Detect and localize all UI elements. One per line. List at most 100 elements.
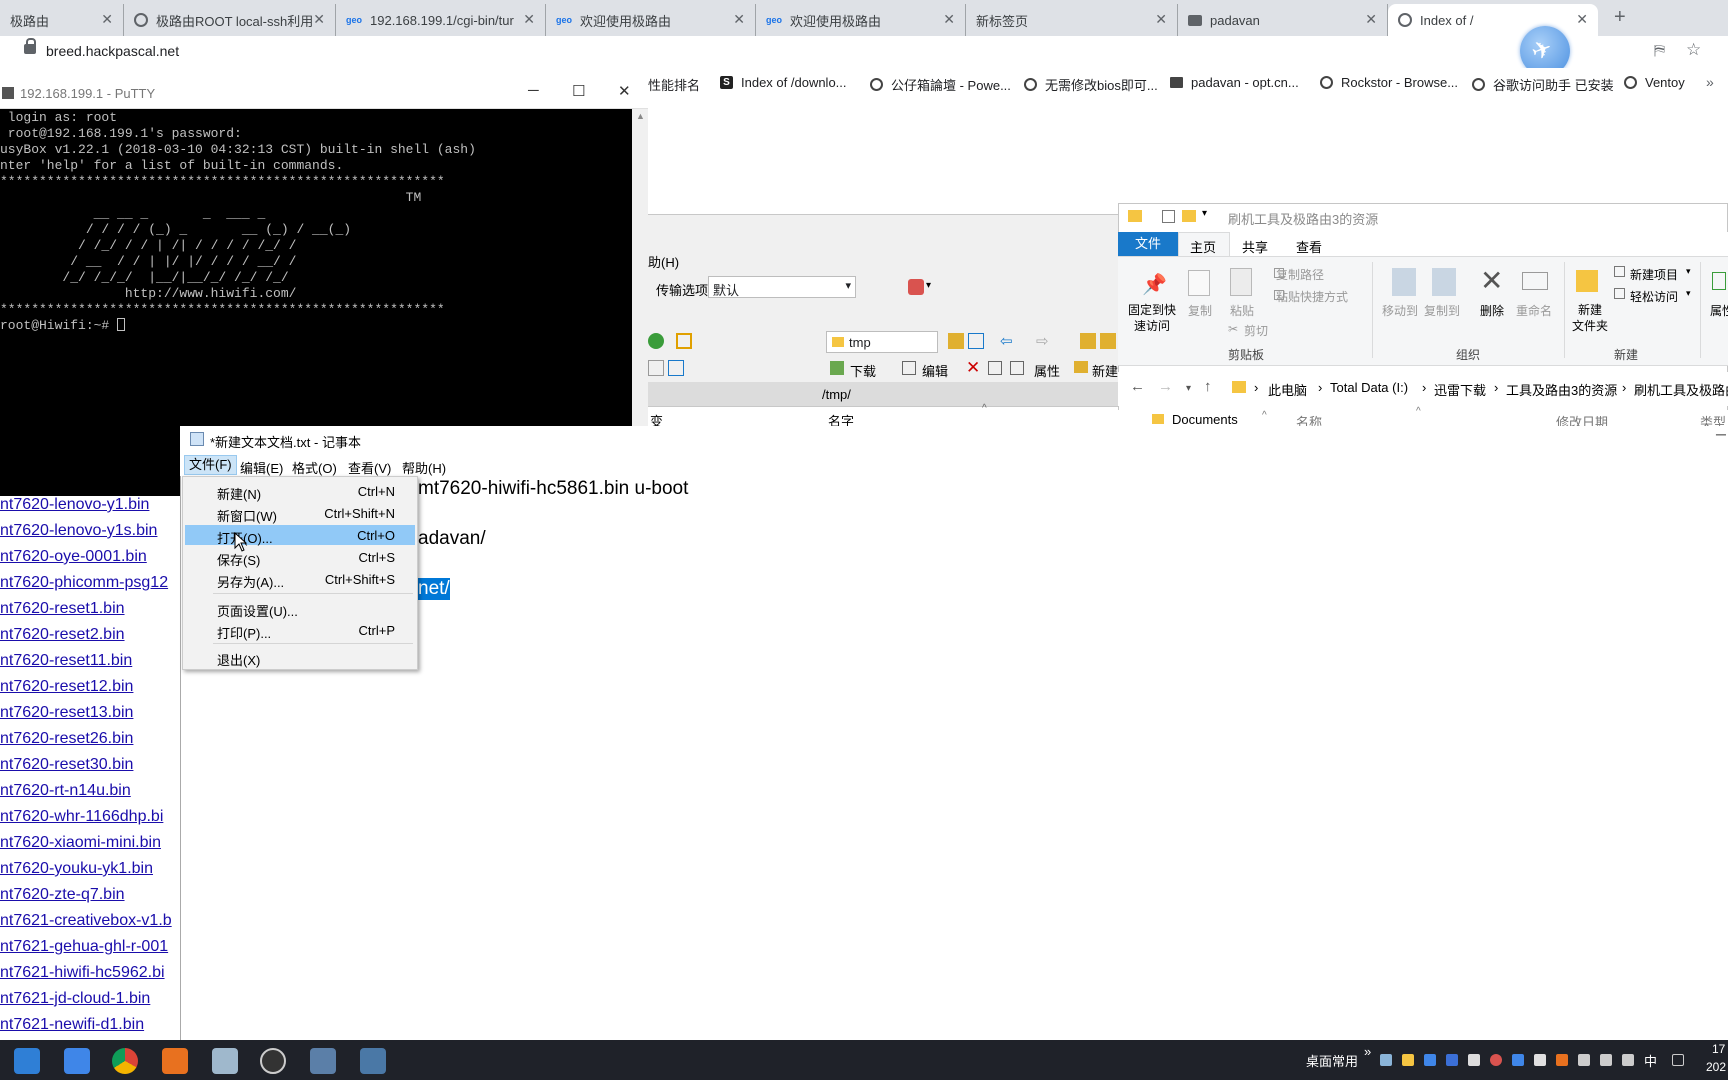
bookmark-item[interactable]: S Index of /downlo... [720, 75, 847, 90]
properties-button[interactable]: 属性 [1034, 361, 1060, 380]
notepad-taskbar-icon[interactable] [212, 1048, 238, 1074]
mail-icon[interactable] [1578, 1054, 1590, 1066]
browser-tab[interactable]: 极路由ROOT local-ssh利用 ✕ [124, 4, 336, 36]
clock-date[interactable]: 202 [1706, 1060, 1726, 1074]
menu-item-open[interactable]: 打开(O)... Ctrl+O [185, 525, 415, 546]
close-icon[interactable]: ✕ [1365, 11, 1377, 28]
ime-indicator[interactable]: 中 [1644, 1051, 1657, 1070]
menu-file[interactable]: 文件(F) [184, 455, 237, 475]
file-link[interactable]: nt7621-gehua-ghl-r-001 [0, 938, 168, 956]
close-button[interactable]: ✕ [618, 82, 631, 100]
minimize-button[interactable]: ─ [528, 82, 539, 99]
remote-directory-select[interactable]: tmp [826, 331, 938, 353]
breadcrumb-item[interactable]: 工具及路由3的资源 [1506, 380, 1617, 399]
tab-view[interactable]: 查看 [1296, 237, 1322, 256]
new-folder-icon[interactable] [1182, 210, 1196, 222]
toolbar-more-button[interactable]: » [1364, 1044, 1371, 1059]
menu-view[interactable]: 查看(V) [344, 458, 395, 477]
breadcrumb-item[interactable]: Total Data (I:) [1330, 380, 1408, 395]
file-link[interactable]: nt7620-reset11.bin [0, 652, 132, 670]
breadcrumb-item[interactable]: 此电脑 [1268, 380, 1307, 399]
rename-icon[interactable] [988, 361, 1002, 375]
menu-item-new[interactable]: 新建(N) Ctrl+N [185, 481, 415, 502]
desktop-toolbar-label[interactable]: 桌面常用 [1306, 1051, 1358, 1070]
chevron-down-icon[interactable]: ▾ [926, 280, 931, 291]
download-button[interactable]: 下载 [850, 361, 876, 380]
desktop-app-icon[interactable] [14, 1048, 40, 1074]
chrome-icon[interactable] [112, 1048, 138, 1074]
text-line[interactable]: mt7620-hiwifi-hc5861.bin u-boot [418, 478, 688, 500]
file-link[interactable]: nt7620-reset12.bin [0, 678, 133, 696]
file-link[interactable]: nt7620-phicomm-psg12 [0, 574, 168, 592]
new-folder-button[interactable]: 新建 文件夹 [1572, 302, 1608, 334]
root-folder-icon[interactable] [1100, 333, 1116, 349]
quick-access-dropdown-icon[interactable]: ▾ [1202, 208, 1207, 219]
app-icon[interactable] [162, 1048, 188, 1074]
file-link[interactable]: nt7620-xiaomi-mini.bin [0, 834, 161, 852]
browser-tab[interactable]: geo 欢迎使用极路由 ✕ [546, 4, 756, 36]
address-bar[interactable] [0, 36, 1728, 68]
browser-tab[interactable]: padavan ✕ [1178, 4, 1388, 36]
forward-icon[interactable]: ⇨ [1036, 332, 1049, 350]
bluetooth-icon[interactable] [1446, 1054, 1458, 1066]
app-tray-icon[interactable] [1490, 1054, 1502, 1066]
parent-folder-icon[interactable] [1080, 333, 1096, 349]
tab-share[interactable]: 共享 [1242, 237, 1268, 256]
bookmark-item[interactable]: 公仔箱論壇 - Powe... [870, 75, 1011, 94]
keyboard-icon[interactable] [1672, 1054, 1684, 1066]
tab-home[interactable]: 主页 [1190, 237, 1216, 256]
help-menu[interactable]: 助(H) [648, 252, 679, 271]
pin-quick-access-button[interactable]: 固定到快 速访问 [1128, 302, 1176, 334]
scroll-up-icon[interactable]: ▲ [636, 111, 645, 121]
back-icon[interactable]: ⇦ [1000, 332, 1013, 350]
transfer-settings-icon[interactable] [908, 279, 924, 295]
back-icon[interactable]: ← [1130, 378, 1145, 395]
properties-icon[interactable] [1010, 361, 1024, 375]
selected-text[interactable]: net/ [418, 578, 450, 600]
recent-locations-icon[interactable]: ▾ [1186, 383, 1191, 394]
tree-icon[interactable] [676, 333, 692, 349]
file-link[interactable]: nt7620-whr-1166dhp.bi [0, 808, 163, 826]
filter-icon[interactable] [668, 360, 684, 376]
easy-access-button[interactable]: 轻松访问 [1630, 288, 1678, 305]
putty-icon[interactable] [2, 87, 14, 99]
url-text[interactable]: breed.hackpascal.net [46, 43, 179, 59]
microphone-icon[interactable] [1468, 1054, 1480, 1066]
bookmark-item[interactable]: 无需修改bios即可... [1024, 75, 1158, 94]
close-icon[interactable]: ✕ [523, 11, 535, 28]
folder-icon[interactable] [1402, 1054, 1414, 1066]
translate-icon[interactable]: ⛿ [1654, 42, 1665, 59]
close-icon[interactable]: ✕ [943, 11, 955, 28]
browser-tab[interactable]: geo 欢迎使用极路由 ✕ [756, 4, 966, 36]
maximize-button[interactable]: ☐ [572, 82, 585, 100]
download-icon[interactable] [830, 361, 844, 375]
file-link[interactable]: nt7620-lenovo-y1.bin [0, 496, 149, 514]
file-link[interactable]: nt7620-lenovo-y1s.bin [0, 522, 157, 540]
refresh-icon[interactable] [648, 333, 664, 349]
menu-help[interactable]: 帮助(H) [398, 458, 450, 477]
bookmark-item[interactable]: padavan - opt.cn... [1170, 75, 1299, 90]
checkbox-icon[interactable] [648, 360, 664, 376]
paste-shortcut-button[interactable]: 粘贴快捷方式 [1276, 288, 1348, 305]
filter-icon[interactable] [968, 333, 984, 349]
file-link[interactable]: nt7620-reset26.bin [0, 730, 133, 748]
minimize-button[interactable]: ─ [1716, 426, 1726, 442]
close-icon[interactable]: ✕ [1155, 11, 1167, 28]
menu-item-new-window[interactable]: 新窗口(W) Ctrl+Shift+N [185, 503, 415, 524]
paste-button[interactable]: 粘贴 [1230, 302, 1254, 319]
lock-icon[interactable] [24, 38, 36, 54]
bookmark-item[interactable]: Rockstor - Browse... [1320, 75, 1458, 90]
file-link[interactable]: nt7621-hiwifi-hc5962.bi [0, 964, 165, 982]
properties-icon[interactable] [1162, 210, 1175, 223]
putty-taskbar-icon[interactable] [360, 1048, 386, 1074]
browser-tab[interactable]: geo 192.168.199.1/cgi-bin/tur ✕ [336, 4, 546, 36]
delete-icon[interactable]: ✕ [966, 358, 980, 378]
browser-tab[interactable]: 极路由 ✕ [0, 4, 124, 36]
security-icon[interactable] [1534, 1054, 1546, 1066]
scroll-up-icon[interactable]: ^ [1262, 410, 1267, 421]
cut-button[interactable]: 剪切 [1244, 322, 1268, 339]
close-icon[interactable]: ✕ [733, 11, 745, 28]
file-link[interactable]: nt7620-youku-yk1.bin [0, 860, 153, 878]
rename-button[interactable]: 重命名 [1516, 302, 1552, 319]
close-icon[interactable]: ✕ [313, 11, 325, 28]
